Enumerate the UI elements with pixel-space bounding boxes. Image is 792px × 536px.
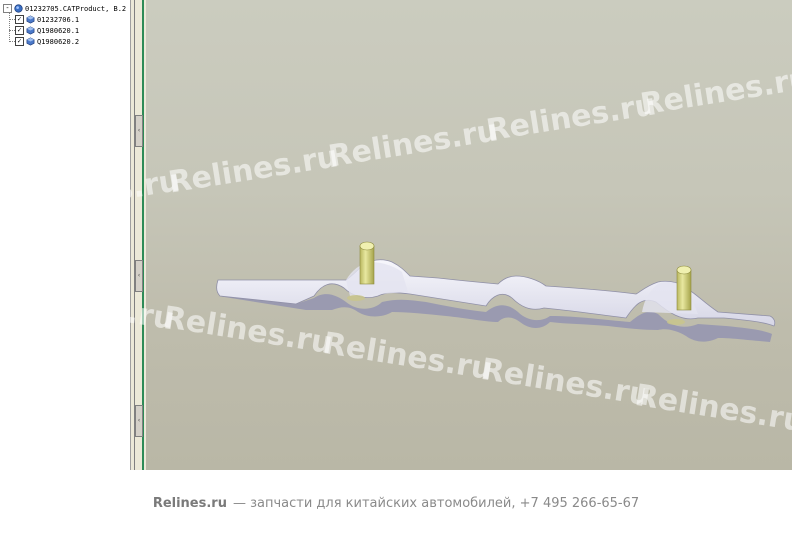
part-node-icon	[26, 15, 35, 24]
splitter-edge	[128, 0, 131, 470]
collapse-expander[interactable]: -	[3, 4, 12, 13]
checkbox-icon[interactable]: ✓	[15, 37, 24, 46]
tree-child-node[interactable]: ✓ 01232706.1	[15, 14, 79, 25]
part-node-icon	[26, 26, 35, 35]
part-node-icon	[26, 37, 35, 46]
panel-splitter[interactable]: ‹ ‹ ‹	[128, 0, 146, 470]
specification-tree[interactable]: - 01232705.CATProduct, B.2 ✓ 01232706.1 …	[0, 0, 128, 470]
tree-node-label: 01232706.1	[37, 15, 80, 24]
footer-caption: Relines.ru — запчасти для китайских авто…	[0, 470, 792, 536]
splitter-grip-icon[interactable]: ‹	[135, 115, 143, 147]
tree-root-node[interactable]: - 01232705.CATProduct, B.2	[3, 3, 126, 14]
product-node-icon	[14, 4, 23, 13]
splitter-edge	[134, 0, 135, 470]
tree-child-node[interactable]: ✓ Q1980620.2	[15, 36, 79, 47]
splitter-grip-icon[interactable]: ‹	[135, 405, 143, 437]
splitter-edge	[142, 0, 144, 470]
checkbox-icon[interactable]: ✓	[15, 15, 24, 24]
tree-child-node[interactable]: ✓ Q1980620.1	[15, 25, 79, 36]
tree-node-label: Q1980620.2	[37, 37, 80, 46]
tree-node-label: 01232705.CATProduct, B.2	[25, 4, 127, 13]
checkbox-icon[interactable]: ✓	[15, 26, 24, 35]
splitter-grip-icon[interactable]: ‹	[135, 260, 143, 292]
tree-connector-line	[9, 12, 10, 42]
footer-text: — запчасти для китайских автомобилей, +7…	[232, 495, 640, 511]
tree-node-label: Q1980620.1	[37, 26, 80, 35]
footer-brand: Relines.ru	[152, 495, 227, 511]
